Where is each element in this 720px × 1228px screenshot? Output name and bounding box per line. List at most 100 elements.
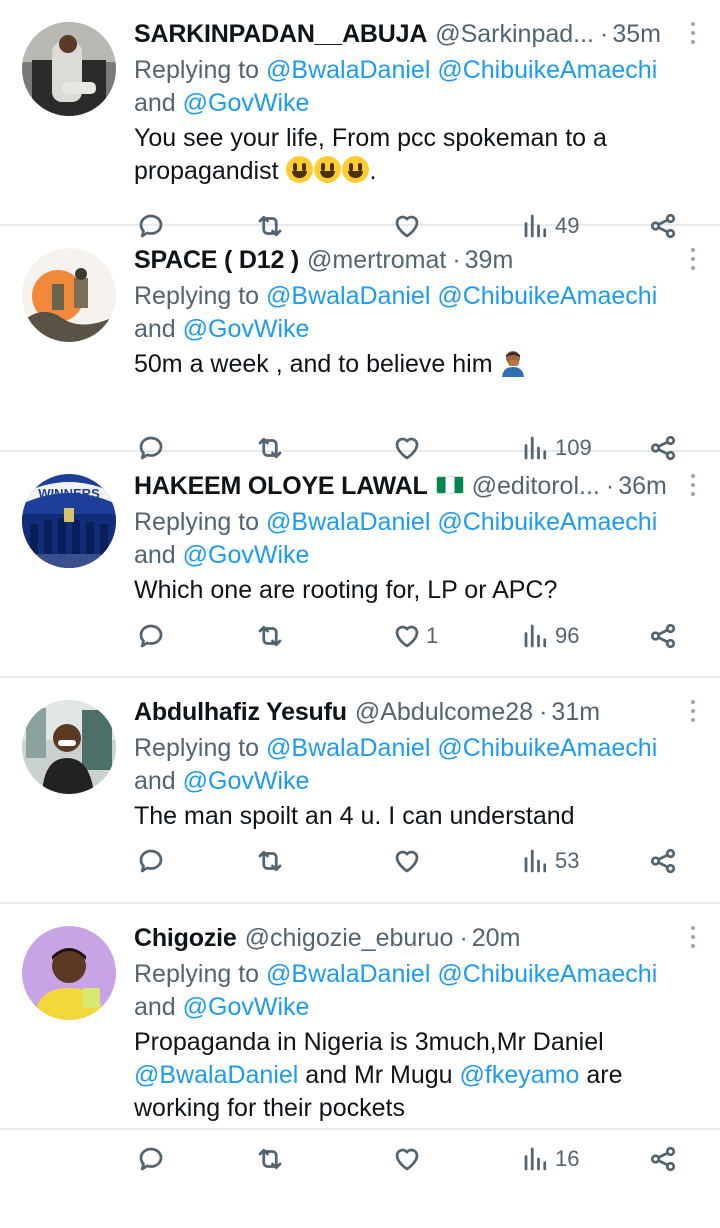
timestamp[interactable]: 39m	[465, 240, 514, 280]
timestamp[interactable]: 35m	[612, 14, 661, 54]
more-vertical-icon[interactable]	[688, 700, 698, 726]
replying-to: Replying to @BwalaDaniel @ChibuikeAmaech…	[134, 732, 680, 798]
author-handle[interactable]: @Abdulcome28	[355, 692, 533, 732]
mention-link[interactable]: @BwalaDaniel	[266, 282, 430, 310]
replying-to: Replying to @BwalaDaniel @ChibuikeAmaech…	[134, 506, 680, 572]
replying-to: Replying to @BwalaDaniel @ChibuikeAmaech…	[134, 54, 680, 120]
like-count: 1	[426, 623, 439, 648]
heart-icon	[395, 1148, 419, 1171]
avatar[interactable]	[22, 248, 116, 342]
mention-link[interactable]: @BwalaDaniel	[266, 508, 430, 536]
separator-dot: ·	[600, 20, 609, 48]
author-handle[interactable]: @chigozie_eburuo	[245, 918, 454, 958]
tweet-reply-3[interactable]: WINNERS HAKEEM OLOYE LAWAL @editorol... …	[0, 452, 720, 678]
share-icon	[650, 848, 676, 874]
mention-link[interactable]: @fkeyamo	[460, 1061, 580, 1089]
heart-icon	[395, 625, 419, 648]
tweet-text-part: and Mr Mugu	[305, 1061, 453, 1089]
separator-dot: ·	[452, 246, 461, 274]
tweet-reply-4[interactable]: Abdulhafiz Yesufu @Abdulcome28 · 31m Rep…	[0, 678, 720, 904]
nigeria-flag-icon	[435, 476, 464, 494]
mention-link[interactable]: @BwalaDaniel	[134, 1061, 298, 1089]
mention-link[interactable]: @GovWike	[183, 767, 310, 795]
more-vertical-icon[interactable]	[688, 248, 698, 274]
separator-dot: ·	[539, 698, 548, 726]
person-facepalming-emoji-icon	[501, 351, 524, 377]
like-button[interactable]: 1	[392, 621, 438, 651]
tweet-text: Which one are rooting for, LP or APC?	[134, 576, 558, 604]
and-label: and	[134, 89, 176, 117]
views-count: 96	[555, 623, 580, 648]
grinning-emoji-icon	[313, 156, 341, 183]
timestamp[interactable]: 31m	[551, 692, 600, 732]
mention-link[interactable]: @GovWike	[183, 541, 310, 569]
views-button[interactable]: 96	[521, 621, 579, 651]
share-icon	[650, 623, 676, 649]
mention-link[interactable]: @GovWike	[183, 89, 310, 117]
author-name[interactable]: Abdulhafiz Yesufu	[134, 692, 347, 732]
more-vertical-icon[interactable]	[688, 22, 698, 48]
separator-dot: ·	[459, 924, 468, 952]
author-handle[interactable]: @Sarkinpad...	[435, 14, 594, 54]
views-button[interactable]: 16	[521, 1144, 579, 1174]
mention-link[interactable]: @BwalaDaniel	[266, 734, 430, 762]
mention-link[interactable]: @ChibuikeAmaechi	[437, 960, 657, 988]
reply-button[interactable]	[136, 846, 166, 876]
retweet-button[interactable]	[255, 846, 285, 876]
more-vertical-icon[interactable]	[688, 926, 698, 952]
timestamp[interactable]: 36m	[618, 466, 667, 506]
views-bar-chart-icon	[524, 1147, 547, 1171]
mention-link[interactable]: @ChibuikeAmaechi	[437, 56, 657, 84]
reply-button[interactable]	[136, 1144, 166, 1174]
author-name[interactable]: SARKINPADAN__ABUJA	[134, 14, 427, 54]
views-count: 53	[555, 848, 580, 873]
grinning-emoji-icon	[341, 156, 369, 183]
retweet-button[interactable]	[255, 621, 285, 651]
share-button[interactable]	[648, 846, 678, 876]
action-bar: 53	[134, 841, 680, 881]
replying-to: Replying to @BwalaDaniel @ChibuikeAmaech…	[134, 280, 680, 346]
like-button[interactable]	[392, 846, 426, 876]
author-handle[interactable]: @editorol...	[472, 466, 600, 506]
mention-link[interactable]: @ChibuikeAmaechi	[437, 508, 657, 536]
retweet-button[interactable]	[255, 1144, 285, 1174]
action-bar: 16	[134, 1139, 680, 1179]
avatar[interactable]	[22, 926, 116, 1020]
avatar[interactable]: WINNERS	[22, 474, 116, 568]
mention-link[interactable]: @GovWike	[183, 315, 310, 343]
author-name[interactable]: Chigozie	[134, 918, 237, 958]
avatar[interactable]	[22, 22, 116, 116]
mention-link[interactable]: @ChibuikeAmaechi	[437, 282, 657, 310]
and-label: and	[134, 767, 176, 795]
author-name[interactable]: HAKEEM OLOYE LAWAL	[134, 466, 428, 506]
reply-bubble-icon	[139, 849, 163, 873]
mention-link[interactable]: @BwalaDaniel	[266, 960, 430, 988]
share-button[interactable]	[648, 1144, 678, 1174]
like-button[interactable]	[392, 1144, 426, 1174]
views-button[interactable]: 53	[521, 846, 579, 876]
reply-button[interactable]	[136, 621, 166, 651]
mention-link[interactable]: @BwalaDaniel	[266, 56, 430, 84]
timestamp[interactable]: 20m	[472, 918, 521, 958]
tweet-reply-1[interactable]: SARKINPADAN__ABUJA @Sarkinpad... · 35m R…	[0, 0, 720, 239]
replying-to: Replying to @BwalaDaniel @ChibuikeAmaech…	[134, 958, 680, 1024]
tweet-reply-5[interactable]: Chigozie @chigozie_eburuo · 20m Replying…	[0, 904, 720, 1172]
mention-link[interactable]: @GovWike	[183, 993, 310, 1021]
retweet-icon	[258, 625, 282, 647]
separator-dot: ·	[605, 472, 615, 500]
grinning-emoji-icon	[285, 156, 313, 183]
share-button[interactable]	[648, 621, 678, 651]
tweet-text-part: Propaganda in Nigeria is 3much,Mr Daniel	[134, 1028, 604, 1056]
tweet-text: 50m a week , and to believe him	[134, 348, 680, 381]
retweet-icon	[258, 1148, 282, 1170]
mention-link[interactable]: @ChibuikeAmaechi	[437, 734, 657, 762]
author-handle[interactable]: @mertromat	[307, 240, 446, 280]
avatar[interactable]	[22, 700, 116, 794]
replying-label: Replying to	[134, 282, 260, 310]
avatar-banner-text: WINNERS	[38, 486, 100, 501]
more-vertical-icon[interactable]	[688, 474, 698, 500]
tweet-reply-2[interactable]: SPACE ( D12 ) @mertromat · 39m Replying …	[0, 226, 720, 461]
replying-label: Replying to	[134, 56, 260, 84]
tweet-text: You see your life, From pcc spokeman to …	[134, 122, 680, 188]
author-name[interactable]: SPACE ( D12 )	[134, 240, 299, 280]
